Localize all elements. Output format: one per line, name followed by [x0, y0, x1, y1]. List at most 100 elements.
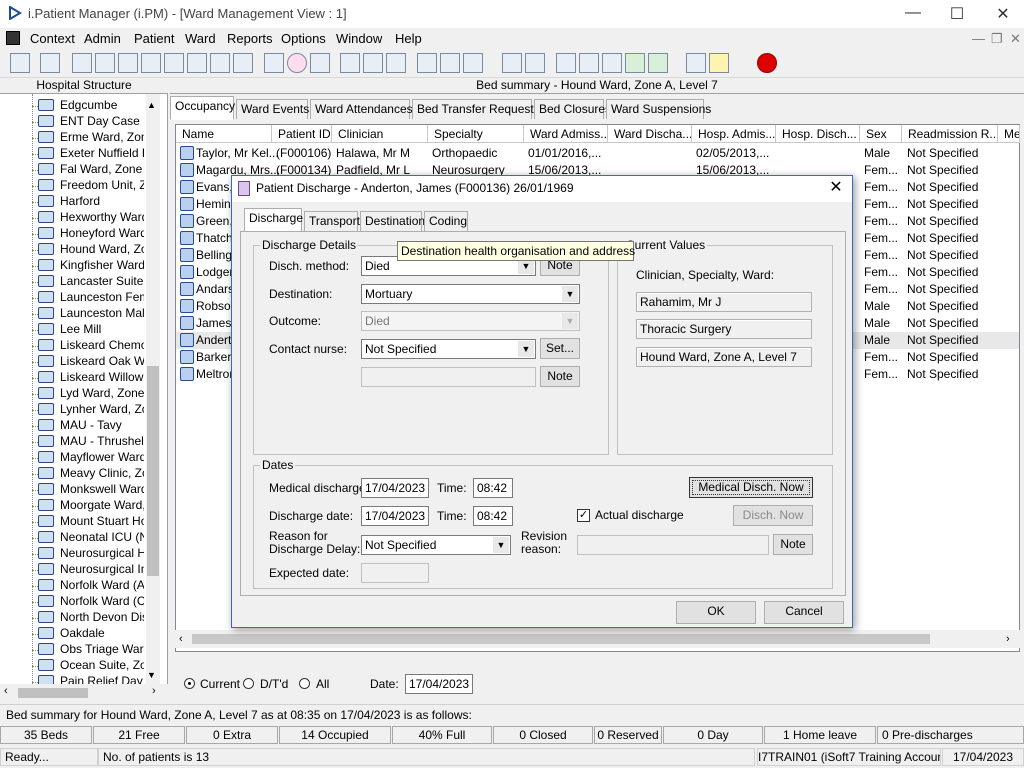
tool-icon-13[interactable] — [310, 53, 330, 73]
dtab-discharge[interactable]: Discharge — [244, 208, 303, 232]
menu-admin[interactable]: Admin — [84, 31, 121, 46]
tab-ward-attendances[interactable]: Ward Attendances — [310, 99, 413, 119]
contact-nurse-select[interactable]: Not Specified ▼ — [361, 339, 536, 359]
ward-item[interactable]: Mount Stuart Ho — [38, 514, 144, 530]
tool-icon-m[interactable] — [141, 53, 161, 73]
ward-item[interactable]: Exeter Nuffield H — [38, 146, 144, 162]
tool-icon-22[interactable] — [556, 53, 576, 73]
tool-icon-15[interactable] — [363, 53, 383, 73]
ward-item[interactable]: Liskeard Chemo D — [38, 338, 144, 354]
radio-dtd[interactable] — [243, 678, 254, 689]
col-hosp-admission[interactable]: Hosp. Admis... — [692, 125, 776, 143]
grid-scroll-left-icon[interactable]: ‹ — [179, 633, 183, 645]
col-sex[interactable]: Sex — [860, 125, 902, 143]
ward-item[interactable]: Obs Triage Ward — [38, 642, 144, 658]
actual-discharge-checkbox[interactable]: ✓ — [577, 509, 590, 522]
ward-item[interactable]: Lee Mill — [38, 322, 144, 338]
ward-item[interactable]: Harford — [38, 194, 144, 210]
disch-now-button[interactable]: Disch. Now — [733, 505, 813, 526]
cancel-button[interactable]: Cancel — [764, 601, 844, 624]
discharge-time-field[interactable]: 08:42 — [473, 506, 513, 526]
medical-discharge-date[interactable]: 17/04/2023 — [361, 478, 429, 498]
menu-ward[interactable]: Ward — [185, 31, 216, 46]
tool-icon-7[interactable] — [164, 53, 184, 73]
ward-item[interactable]: Freedom Unit, Zo — [38, 178, 144, 194]
menu-patient[interactable]: Patient — [134, 31, 174, 46]
menu-window[interactable]: Window — [336, 31, 382, 46]
tab-bed-closures[interactable]: Bed Closures — [534, 99, 611, 119]
ward-item[interactable]: North Devon Dist — [38, 610, 144, 626]
document-icon[interactable] — [502, 53, 522, 73]
mdi-close-icon[interactable]: ✕ — [1010, 31, 1021, 47]
ward-item[interactable]: Liskeard Oak Wa — [38, 354, 144, 370]
ward-item[interactable]: ENT Day Case U — [38, 114, 144, 130]
find-patient-icon[interactable] — [10, 53, 30, 73]
delay-reason-select[interactable]: Not Specified ▼ — [361, 535, 511, 555]
tool-icon-18[interactable] — [440, 53, 460, 73]
ward-item[interactable]: Erme Ward, Zone — [38, 130, 144, 146]
ward-item[interactable]: Norfolk Ward (Co — [38, 594, 144, 610]
dtab-destination[interactable]: Destination — [360, 211, 425, 231]
dtab-transport[interactable]: Transport — [304, 211, 360, 231]
tool-icon-4[interactable] — [95, 53, 115, 73]
medical-disch-now-button[interactable]: Medical Disch. Now — [689, 477, 813, 498]
records-icon[interactable] — [72, 53, 92, 73]
col-patient-id[interactable]: Patient ID — [272, 125, 332, 143]
col-hosp-discharge[interactable]: Hosp. Disch... — [776, 125, 860, 143]
destination-select[interactable]: Mortuary ▼ — [361, 284, 580, 304]
tree-scroll-thumb[interactable] — [147, 366, 159, 576]
ward-item[interactable]: Ocean Suite, Zo — [38, 658, 144, 674]
contact-note-button[interactable]: Note — [540, 366, 580, 387]
ward-item[interactable]: Neurosurgical Hi — [38, 546, 144, 562]
tool-icon-9[interactable] — [210, 53, 230, 73]
grid-scroll-right-icon[interactable]: › — [1006, 633, 1010, 645]
clock-icon[interactable] — [287, 53, 307, 73]
ward-item[interactable]: MAU - Thrushel — [38, 434, 144, 450]
revision-reason-field[interactable] — [577, 535, 769, 555]
radio-current[interactable] — [184, 678, 195, 689]
ward-item[interactable]: Launceston Fema — [38, 290, 144, 306]
ward-item[interactable]: Lancaster Suite, Z — [38, 274, 144, 290]
ward-item[interactable]: Monkswell Ward, — [38, 482, 144, 498]
menu-context[interactable]: Context — [30, 31, 75, 46]
set-contact-button[interactable]: Set... — [540, 338, 580, 359]
warning-icon[interactable] — [709, 53, 729, 73]
col-specialty[interactable]: Specialty — [428, 125, 524, 143]
ward-item[interactable]: Neurosurgical Int — [38, 562, 144, 578]
menu-options[interactable]: Options — [281, 31, 326, 46]
ward-item[interactable]: Launceston Male — [38, 306, 144, 322]
ward-item[interactable]: Kingfisher Ward — [38, 258, 144, 274]
ward-item[interactable]: Moorgate Ward, — [38, 498, 144, 514]
tool-icon-5[interactable] — [118, 53, 138, 73]
col-ward-discharge[interactable]: Ward Discha... — [608, 125, 692, 143]
discharge-date-field[interactable]: 17/04/2023 — [361, 506, 429, 526]
system-menu-icon[interactable] — [6, 31, 20, 45]
mdi-minimize-icon[interactable]: — — [972, 31, 985, 46]
print-icon[interactable] — [40, 53, 60, 73]
tool-icon-14[interactable] — [340, 53, 360, 73]
ward-item[interactable]: Honeyford Ward, — [38, 226, 144, 242]
revision-note-button[interactable]: Note — [773, 534, 813, 555]
medical-discharge-time[interactable]: 08:42 — [473, 478, 513, 498]
ward-item[interactable]: Liskeard Willow V — [38, 370, 144, 386]
ward-item[interactable]: Hound Ward, Zo — [38, 242, 144, 258]
tree-hscroll-thumb[interactable] — [18, 688, 88, 698]
tool-icon-23[interactable] — [579, 53, 599, 73]
outcome-select[interactable]: Died ▼ — [361, 311, 580, 331]
maximize-icon[interactable]: ☐ — [942, 4, 972, 24]
tool-icon-19[interactable] — [463, 53, 483, 73]
tool-icon-17[interactable] — [417, 53, 437, 73]
tool-icon-24[interactable] — [602, 53, 622, 73]
ward-item[interactable]: Oakdale — [38, 626, 144, 642]
col-ward-admission[interactable]: Ward Admiss... — [524, 125, 608, 143]
ward-item[interactable]: Edgcumbe — [38, 98, 144, 114]
ward-item[interactable]: Fal Ward, Zone E — [38, 162, 144, 178]
col-readmission[interactable]: Readmission R... — [902, 125, 998, 143]
radio-all[interactable] — [299, 678, 310, 689]
menu-reports[interactable]: Reports — [227, 31, 273, 46]
expected-date-field[interactable] — [361, 563, 429, 583]
ward-item[interactable]: Mayflower Ward, — [38, 450, 144, 466]
table-row[interactable]: Taylor, Mr Kel... (F000106) Halawa, Mr M Or… — [176, 145, 1019, 162]
tool-icon-16[interactable] — [386, 53, 406, 73]
ward-item[interactable]: Neonatal ICU (NN — [38, 530, 144, 546]
